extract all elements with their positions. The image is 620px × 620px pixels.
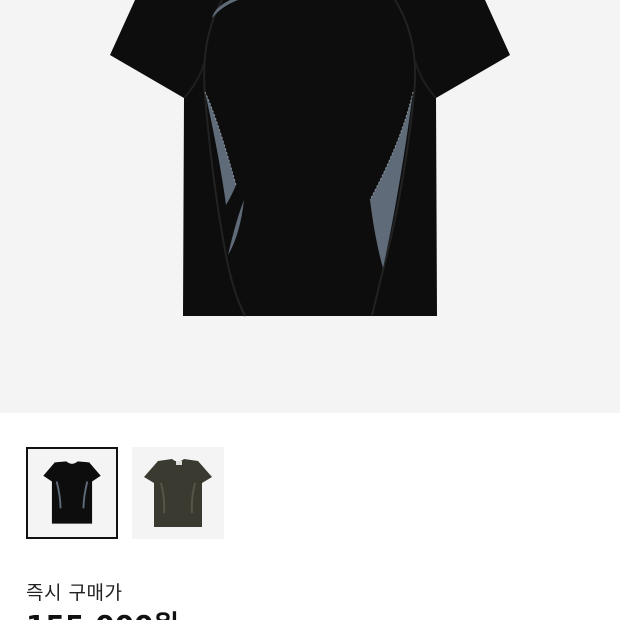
price-label: 즉시 구매가: [26, 582, 123, 604]
product-hero-image[interactable]: [0, 0, 620, 413]
black-tshirt-icon: [43, 461, 101, 524]
black-tshirt-icon: [110, 0, 510, 317]
thumbnail-olive[interactable]: [132, 447, 224, 539]
thumbnail-list: [26, 447, 224, 539]
thumbnail-black[interactable]: [26, 447, 118, 539]
price-value: 155,000원: [26, 604, 179, 620]
product-page: 즉시 구매가 155,000원: [0, 0, 620, 620]
olive-tshirt-icon: [144, 459, 212, 527]
